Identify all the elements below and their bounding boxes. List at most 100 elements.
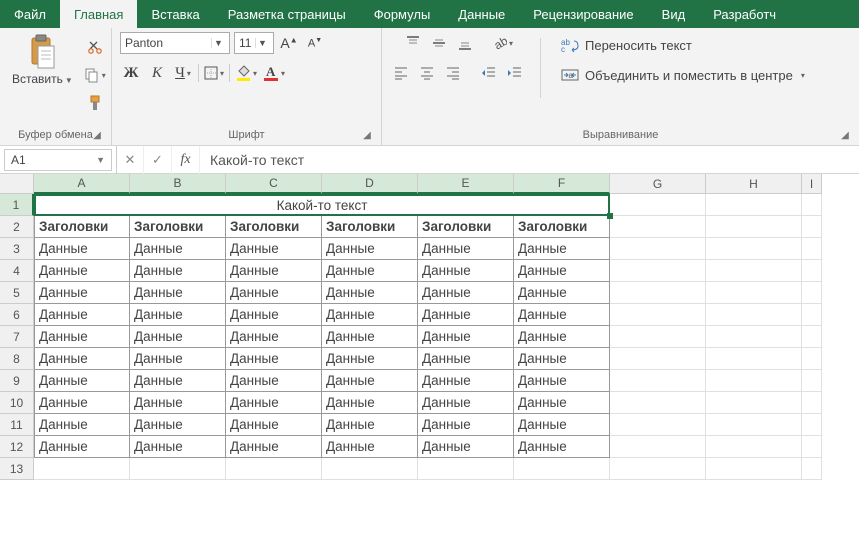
column-header-G[interactable]: G (610, 174, 706, 194)
align-top-button[interactable] (402, 32, 424, 54)
borders-button[interactable]: ▾ (203, 62, 225, 84)
fill-color-button[interactable]: ▾ (234, 62, 258, 84)
cell[interactable] (34, 458, 130, 480)
tab-file[interactable]: Файл (0, 0, 60, 28)
cell[interactable]: Данные (322, 260, 418, 282)
row-header-7[interactable]: 7 (0, 326, 34, 348)
cell[interactable]: Данные (322, 414, 418, 436)
row-header-11[interactable]: 11 (0, 414, 34, 436)
cell[interactable]: Данные (418, 348, 514, 370)
cell[interactable]: Данные (418, 414, 514, 436)
font-color-button[interactable]: A▾ (262, 62, 286, 84)
cell[interactable]: Данные (34, 282, 130, 304)
cell[interactable] (802, 216, 822, 238)
column-header-A[interactable]: A (34, 174, 130, 194)
cell[interactable] (802, 194, 822, 216)
cell[interactable]: Данные (514, 326, 610, 348)
cell[interactable]: Данные (322, 304, 418, 326)
cell[interactable]: Данные (418, 370, 514, 392)
cell[interactable]: Данные (514, 414, 610, 436)
tab-view[interactable]: Вид (648, 0, 700, 28)
cell[interactable] (226, 458, 322, 480)
row-header-6[interactable]: 6 (0, 304, 34, 326)
merge-center-button[interactable]: a Объединить и поместить в центре ▾ (555, 64, 811, 86)
cell[interactable]: Данные (130, 326, 226, 348)
cell[interactable]: Данные (226, 282, 322, 304)
cell[interactable] (610, 194, 706, 216)
tab-page-layout[interactable]: Разметка страницы (214, 0, 360, 28)
align-middle-button[interactable] (428, 32, 450, 54)
align-center-button[interactable] (416, 62, 438, 84)
cell[interactable] (802, 260, 822, 282)
column-header-I[interactable]: I (802, 174, 822, 194)
cell[interactable]: Данные (130, 260, 226, 282)
cell[interactable]: Данные (34, 392, 130, 414)
cell[interactable]: Данные (226, 304, 322, 326)
column-header-F[interactable]: F (514, 174, 610, 194)
cell[interactable]: Данные (418, 260, 514, 282)
cell[interactable] (706, 216, 802, 238)
row-header-4[interactable]: 4 (0, 260, 34, 282)
cell[interactable] (610, 238, 706, 260)
cell[interactable] (706, 414, 802, 436)
cell[interactable]: Данные (418, 326, 514, 348)
row-header-8[interactable]: 8 (0, 348, 34, 370)
orientation-button[interactable]: ab▾ (490, 32, 514, 54)
wrap-text-button[interactable]: abc Переносить текст (555, 34, 698, 56)
cell[interactable] (802, 414, 822, 436)
cell[interactable]: Данные (514, 370, 610, 392)
row-header-12[interactable]: 12 (0, 436, 34, 458)
cell[interactable]: Данные (226, 326, 322, 348)
cell[interactable] (610, 304, 706, 326)
row-header-9[interactable]: 9 (0, 370, 34, 392)
decrease-indent-button[interactable] (478, 62, 500, 84)
cell[interactable]: Данные (130, 392, 226, 414)
chevron-down-icon[interactable]: ▼ (96, 155, 105, 165)
tab-review[interactable]: Рецензирование (519, 0, 647, 28)
cell[interactable]: Данные (514, 304, 610, 326)
cancel-formula-button[interactable]: ✕ (116, 146, 144, 174)
align-right-button[interactable] (442, 62, 464, 84)
italic-button[interactable]: К (146, 62, 168, 84)
chevron-down-icon[interactable]: ▼ (255, 38, 269, 48)
cell[interactable]: Данные (514, 436, 610, 458)
cell[interactable] (706, 260, 802, 282)
cell[interactable]: Данные (34, 436, 130, 458)
cell[interactable]: Данные (226, 238, 322, 260)
cell[interactable] (706, 304, 802, 326)
cell[interactable] (802, 304, 822, 326)
cell[interactable]: Данные (34, 304, 130, 326)
cut-button[interactable] (84, 36, 106, 58)
cell[interactable] (610, 216, 706, 238)
cell[interactable]: Данные (514, 282, 610, 304)
paste-button[interactable]: Вставить▼ (8, 32, 77, 88)
increase-indent-button[interactable] (504, 62, 526, 84)
cell[interactable]: Данные (34, 326, 130, 348)
cell[interactable] (610, 458, 706, 480)
cell[interactable] (802, 238, 822, 260)
cell[interactable]: Данные (322, 238, 418, 260)
cell[interactable] (802, 282, 822, 304)
select-all-corner[interactable] (0, 174, 34, 194)
cell[interactable] (802, 436, 822, 458)
tab-data[interactable]: Данные (444, 0, 519, 28)
cell[interactable]: Данные (418, 436, 514, 458)
cell[interactable] (706, 458, 802, 480)
tab-formulas[interactable]: Формулы (360, 0, 445, 28)
row-header-13[interactable]: 13 (0, 458, 34, 480)
column-header-C[interactable]: C (226, 174, 322, 194)
column-header-E[interactable]: E (418, 174, 514, 194)
cell[interactable]: Данные (226, 436, 322, 458)
cell[interactable]: Данные (226, 392, 322, 414)
cell[interactable] (802, 392, 822, 414)
cell[interactable]: Данные (34, 414, 130, 436)
tab-home[interactable]: Главная (60, 0, 137, 28)
cell[interactable]: Данные (130, 304, 226, 326)
cell[interactable]: Данные (418, 304, 514, 326)
format-painter-button[interactable] (84, 92, 106, 114)
cell[interactable]: Данные (322, 348, 418, 370)
cell[interactable] (706, 282, 802, 304)
cell[interactable]: Данные (514, 260, 610, 282)
cell[interactable]: Данные (322, 370, 418, 392)
clipboard-launcher-icon[interactable]: ◢ (91, 129, 103, 141)
